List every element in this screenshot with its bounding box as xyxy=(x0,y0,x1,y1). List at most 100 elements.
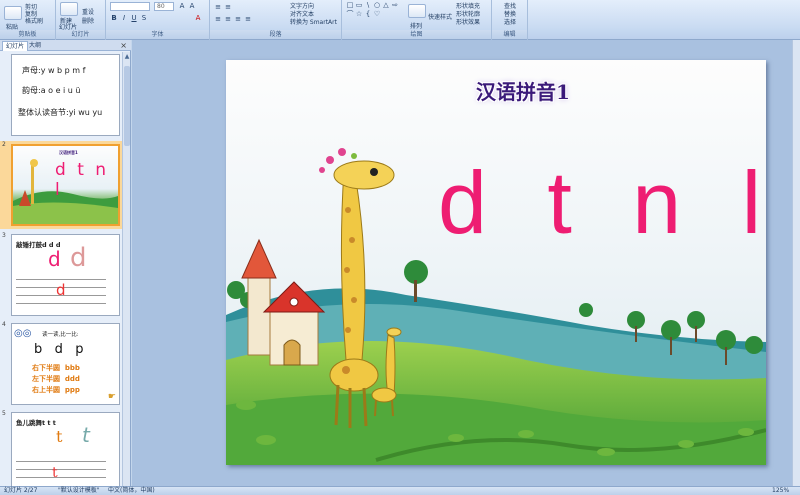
thumb-line: 左下半圆 ddd xyxy=(32,375,80,383)
thumb-title: 读一读,比一比: xyxy=(42,332,79,338)
align-right-icon[interactable]: ≡ xyxy=(234,15,242,23)
drawing-group: □ ▭ \ ○ △ ⇨ ⌒ ☆ { ♡ 排列 快速样式 形状填充 形状轮廓 形状… xyxy=(342,0,492,40)
arrow-shape-icon[interactable]: ⇨ xyxy=(391,2,399,9)
current-slide[interactable]: 汉语拼音1 d t n l xyxy=(226,60,766,465)
ribbon: 粘贴 剪切 复制 格式刷 剪贴板 新建 幻灯片 重设 删除 幻灯片 80 A A… xyxy=(0,0,800,40)
thumb-line: 右下半圆 bbb xyxy=(32,364,80,372)
glasses-icon: ◎◎ xyxy=(14,328,32,339)
format-painter-button[interactable]: 格式刷 xyxy=(25,16,43,25)
slide-thumbnail[interactable]: 敲锤打鼓d d d d d d xyxy=(11,234,120,316)
arrange-icon[interactable] xyxy=(408,4,426,18)
theme-name: "默认设计模板" xyxy=(58,487,100,494)
select-button[interactable]: 选择 xyxy=(504,17,516,26)
language: 中文(简体，中国) xyxy=(108,487,155,494)
thumb-title: 鱼儿跳舞t t t xyxy=(16,419,56,427)
slide-number: 5 xyxy=(2,410,6,417)
thumbnail-row-1[interactable]: 声母:y w b p m f 韵母:a o e i u ü 整体认读音节:yi … xyxy=(0,52,122,138)
drawing-label: 绘图 xyxy=(342,30,491,39)
thumb-big-letter-outline: d xyxy=(70,243,87,273)
align-left-icon[interactable]: ≡ xyxy=(214,15,222,23)
writing-line xyxy=(16,469,106,470)
thumbnail-row-2[interactable]: 2 汉语拼音1 d t n l xyxy=(0,141,122,229)
reset-button[interactable]: 重设 xyxy=(82,7,94,16)
slide-number: 4 xyxy=(2,321,6,328)
slide-thumbnail[interactable]: 声母:y w b p m f 韵母:a o e i u ü 整体认读音节:yi … xyxy=(11,54,120,136)
thumb-big-letter-outline: t xyxy=(82,423,90,447)
curve-shape-icon[interactable]: ⌒ xyxy=(346,11,354,18)
writing-line xyxy=(16,303,106,304)
scrollbar-thumb[interactable] xyxy=(124,66,130,146)
slide-number: 3 xyxy=(2,232,6,239)
pinyin-letters[interactable]: d t n l xyxy=(438,152,766,254)
clipboard-label: 剪贴板 xyxy=(0,30,55,39)
font-group: 80 A A B I U S A 字体 xyxy=(106,0,210,40)
brace-shape-icon[interactable]: { xyxy=(364,11,372,18)
slide-count: 幻灯片 2/27 xyxy=(4,487,38,494)
slide-thumbnail[interactable]: ◎◎ 读一读,比一比: b d p 右下半圆 bbb 左下半圆 ddd 右上半圆… xyxy=(11,323,120,405)
slides-group: 新建 幻灯片 重设 删除 幻灯片 xyxy=(56,0,106,40)
strikethrough-icon[interactable]: S xyxy=(140,14,148,22)
thumbnail-row-5[interactable]: 5 鱼儿跳舞t t t t t t xyxy=(0,410,122,486)
paragraph-label: 段落 xyxy=(210,30,341,39)
italic-icon[interactable]: I xyxy=(120,14,128,22)
slide-scrollbar[interactable] xyxy=(792,40,800,486)
align-center-icon[interactable]: ≡ xyxy=(224,15,232,23)
slide-title[interactable]: 汉语拼音1 xyxy=(476,76,570,105)
new-slide-icon[interactable] xyxy=(60,2,78,16)
star-shape-icon[interactable]: ☆ xyxy=(355,11,363,18)
thumb-big-letter: d xyxy=(48,247,61,271)
thumb-line: 韵母:a o e i u ü xyxy=(22,86,81,95)
panel-tabs: 幻灯片 大纲 × xyxy=(0,40,131,51)
quick-styles-button[interactable]: 快速样式 xyxy=(428,12,452,21)
font-size-combo[interactable]: 80 xyxy=(154,2,174,11)
arrange-button[interactable]: 排列 xyxy=(410,21,422,30)
scroll-up-icon[interactable]: ▲ xyxy=(123,52,131,61)
thumbnail-row-4[interactable]: 4 ◎◎ 读一读,比一比: b d p 右下半圆 bbb 左下半圆 ddd 右上… xyxy=(0,321,122,407)
close-icon[interactable]: × xyxy=(120,40,127,51)
font-color-icon[interactable]: A xyxy=(194,14,202,22)
delete-button[interactable]: 删除 xyxy=(82,16,94,25)
bold-icon[interactable]: B xyxy=(110,14,118,22)
heart-shape-icon[interactable]: ♡ xyxy=(373,11,381,18)
thumb-big-letter: t xyxy=(56,427,63,446)
thumb-title: 汉语拼音1 xyxy=(59,150,78,155)
thumb-row-letters: b d p xyxy=(34,342,84,357)
line-shape-icon[interactable]: \ xyxy=(364,2,372,9)
hand-pointer-icon: ☛ xyxy=(107,392,116,402)
slide-thumbnail[interactable]: 鱼儿跳舞t t t t t t xyxy=(11,412,120,486)
triangle-shape-icon[interactable]: △ xyxy=(382,2,390,9)
thumb-small-letter: d xyxy=(56,281,66,299)
editing-group: 查找 替换 选择 编辑 xyxy=(492,0,528,40)
paste-icon[interactable] xyxy=(4,6,22,20)
bullets-icon[interactable]: ≡ xyxy=(214,3,222,11)
editing-label: 编辑 xyxy=(492,30,527,39)
font-name-combo[interactable] xyxy=(110,2,150,11)
shape-effects-button[interactable]: 形状效果 xyxy=(456,17,480,26)
clipboard-group: 粘贴 剪切 复制 格式刷 剪贴板 xyxy=(0,0,56,40)
smartart-button[interactable]: 转换为 SmartArt xyxy=(290,17,337,26)
thumb-letters: d t n l xyxy=(55,160,110,200)
slides-label: 幻灯片 xyxy=(56,30,105,39)
thumb-line: 右上半圆 ppp xyxy=(32,386,80,394)
justify-icon[interactable]: ≡ xyxy=(244,15,252,23)
slide-thumbnail[interactable]: 汉语拼音1 d t n l xyxy=(11,144,120,226)
thumb-line: 声母:y w b p m f xyxy=(22,66,86,75)
status-bar: 幻灯片 2/27 "默认设计模板" 中文(简体，中国) 125% xyxy=(0,486,800,495)
zoom-level[interactable]: 125% xyxy=(772,487,789,495)
textbox-shape-icon[interactable]: ▭ xyxy=(355,2,363,9)
thumb-line: 整体认读音节:yi wu yu xyxy=(18,108,103,117)
thumb-small-letter: t xyxy=(52,465,58,481)
writing-line xyxy=(16,461,106,462)
rectangle-shape-icon[interactable]: □ xyxy=(346,2,354,9)
slide-editor: 汉语拼音1 d t n l xyxy=(132,40,800,486)
grow-font-icon[interactable]: A xyxy=(178,2,186,10)
oval-shape-icon[interactable]: ○ xyxy=(373,2,381,9)
writing-line xyxy=(16,477,106,478)
thumbnail-row-3[interactable]: 3 敲锤打鼓d d d d d d xyxy=(0,232,122,318)
tab-outline[interactable]: 大纲 xyxy=(26,41,44,51)
underline-icon[interactable]: U xyxy=(130,14,138,22)
tab-slides[interactable]: 幻灯片 xyxy=(2,41,29,51)
shrink-font-icon[interactable]: A xyxy=(188,2,196,10)
numbering-icon[interactable]: ≡ xyxy=(224,3,232,11)
thumbnail-scrollbar[interactable]: ▲ xyxy=(122,52,130,486)
